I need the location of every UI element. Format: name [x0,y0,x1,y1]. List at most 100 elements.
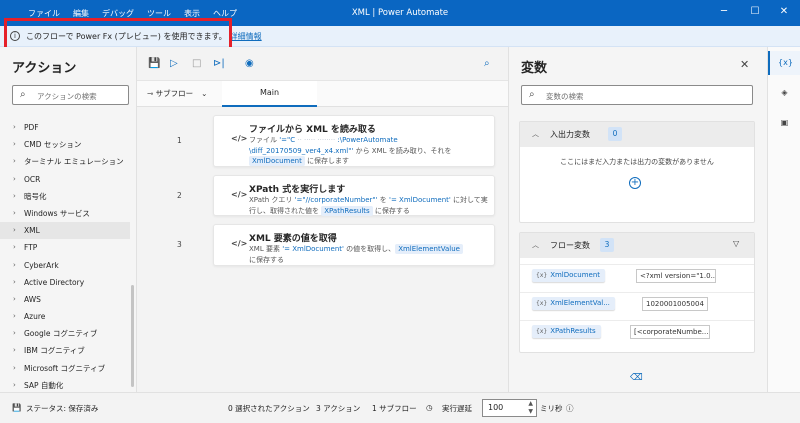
variables-pane: 変数 ✕ ⌕ 変数の検索 ︿ 入出力変数 0 ここにはまだ入力または出力の変数が… [509,47,767,392]
add-variable-icon[interactable]: + [629,177,641,189]
action-group-label: Azure [24,312,46,322]
chevron-up-icon: ︿ [532,130,539,138]
record-icon[interactable]: ◉ [245,58,254,69]
filter-icon[interactable]: ▽ [733,239,739,248]
variables-search-input[interactable]: ⌕ 変数の検索 [521,85,753,105]
chevron-right-icon: › [13,191,16,200]
xml-code-icon: </> [231,134,248,143]
flow-variable-row[interactable]: {x} XPathResults [<corporateNumbe... [520,320,754,342]
action-group-terminal[interactable]: › ターミナル エミュレーション [0,153,130,170]
variables-rail-button[interactable]: {x} [768,51,800,75]
save-icon[interactable]: 💾 [148,58,160,69]
desc-path: '="C [279,136,296,144]
variable-value: 1020001005004 [642,297,708,311]
layers-icon[interactable]: ◈ [768,81,800,105]
action-group-azure[interactable]: › Azure [0,308,130,325]
chevron-down-icon: ⌄ [201,89,208,98]
action-group-active-directory[interactable]: › Active Directory [0,274,130,291]
flow-variable-row[interactable]: {x} XmlElementVal... 1020001005004 [520,292,754,314]
actions-list: › PDF › CMD セッション › ターミナル エミュレーション › OCR › 暗号… [0,119,130,394]
selected-actions-count: 0 選択されたアクション [228,404,310,413]
io-variables-count: 0 [608,127,622,141]
actions-title: アクション [12,61,77,76]
desc-path: :\PowerAutomate [337,136,398,144]
delay-label: 実行遅延 [442,404,472,413]
desc-part: XPath クエリ [249,196,295,204]
step-xpath[interactable]: </> XPath 式を実行します XPath クエリ '="//corpora… [213,175,495,216]
action-group-google-cognitive[interactable]: › Google コグニティブ [0,325,130,342]
chevron-right-icon: › [13,208,16,217]
action-group-windows-services[interactable]: › Windows サービス [0,205,130,222]
action-group-label: Active Directory [24,277,85,287]
step-icon[interactable]: ⊳| [213,58,225,69]
actions-pane: アクション ⌕ アクションの検索 › PDF › CMD セッション › ターミナル … [0,47,137,392]
variable-chip[interactable]: {x} XPathResults [532,325,601,338]
io-variables-header[interactable]: ︿ 入出力変数 0 [520,122,754,147]
action-group-ocr[interactable]: › OCR [0,171,130,188]
close-button[interactable]: ✕ [774,4,794,20]
xml-code-icon: </> [231,190,248,199]
delay-unit: ミリ秒 [540,404,563,413]
search-icon: ⌕ [20,89,26,100]
search-icon: ⌕ [529,89,535,100]
action-group-label: ターミナル エミュレーション [24,157,124,167]
step-title: ファイルから XML を読み取る [249,125,376,135]
flow-search-icon[interactable]: ⌕ [484,58,490,69]
desc-part: に保存します [304,157,350,165]
flow-designer: 💾 ▷ □ ⊳| ◉ ⌕ ⊸ サブフロー ⌄ Main 1 </> ファイルから … [137,47,509,392]
variable-token: XmlElementValue [395,244,463,254]
variable-value: [<corporateNumbe... [630,325,710,339]
subflow-icon: ⊸ [147,89,156,98]
step-get-xml-value[interactable]: </> XML 要素の値を取得 XML 要素 '= XmlDocument' の… [213,224,495,266]
variable-name: XmlElementVal... [550,299,610,307]
action-group-aws[interactable]: › AWS [0,291,130,308]
action-group-xml[interactable]: › XML [0,222,130,240]
run-icon[interactable]: ▷ [170,58,178,69]
subflow-count: 1 サブフロー [372,404,417,413]
step-title: XML 要素の値を取得 [249,234,337,244]
maximize-button[interactable]: ☐ [745,4,765,20]
action-group-label: IBM コグニティブ [24,346,85,356]
flow-variables-header[interactable]: ︿ フロー変数 3 ▽ [520,233,754,258]
variable-chip[interactable]: {x} XmlDocument [532,269,606,282]
action-group-label: FTP [24,243,38,253]
right-rail: {x} ◈ ▣ [767,47,800,392]
desc-part: に保存する [249,255,284,264]
io-empty-message: ここにはまだ入力または出力の変数がありません [560,158,714,166]
variable-token: XmlDocument [249,156,305,166]
info-icon[interactable]: ⓘ [566,403,574,414]
subflow-dropdown[interactable]: ⊸ サブフロー ⌄ [147,88,207,99]
tab-main[interactable]: Main [222,81,317,107]
stop-icon[interactable]: □ [192,58,201,69]
action-group-crypto[interactable]: › 暗号化 [0,188,130,205]
io-variables-title: 入出力変数 [550,130,590,139]
learn-more-link[interactable]: 詳細情報 [230,32,262,41]
action-group-microsoft-cognitive[interactable]: › Microsoft コグニティブ [0,360,130,377]
close-icon[interactable]: ✕ [740,58,749,71]
action-group-cyberark[interactable]: › CyberArk [0,257,130,274]
chevron-right-icon: › [13,243,16,252]
delay-input[interactable]: 100 ▲ ▼ [482,399,537,417]
action-group-ftp[interactable]: › FTP [0,239,130,256]
redacted-path: ·· ····· ········ [295,136,338,144]
step-read-xml[interactable]: </> ファイルから XML を読み取る ファイル '="C ·· ····· … [213,115,495,167]
actions-scrollbar[interactable] [131,285,134,387]
action-group-pdf[interactable]: › PDF [0,119,130,136]
variable-token: XPathResults [321,205,373,216]
desc-part: の値を取得し、 [343,245,396,253]
action-group-label: Google コグニティブ [24,329,98,339]
action-group-ibm-cognitive[interactable]: › IBM コグニティブ [0,342,130,359]
step-description: XML 要素 '= XmlDocument' の値を取得し、 XmlElement… [249,244,489,265]
chevron-right-icon: › [13,329,16,338]
action-group-cmd[interactable]: › CMD セッション [0,136,130,153]
variable-chip[interactable]: {x} XmlElementVal... [532,297,615,310]
xml-code-icon: </> [231,239,248,248]
actions-search-input[interactable]: ⌕ アクションの検索 [12,85,129,105]
action-group-label: SAP 自動化 [24,380,64,390]
flow-variable-row[interactable]: {x} XmlDocument <?xml version="1.0... [520,264,754,286]
minimize-button[interactable]: ─ [714,4,734,20]
variables-search-placeholder: 変数の検索 [546,92,584,101]
image-icon[interactable]: ▣ [768,111,800,135]
eraser-icon[interactable]: ⌫ [630,373,643,383]
spinner-icon[interactable]: ▲ ▼ [528,400,533,416]
